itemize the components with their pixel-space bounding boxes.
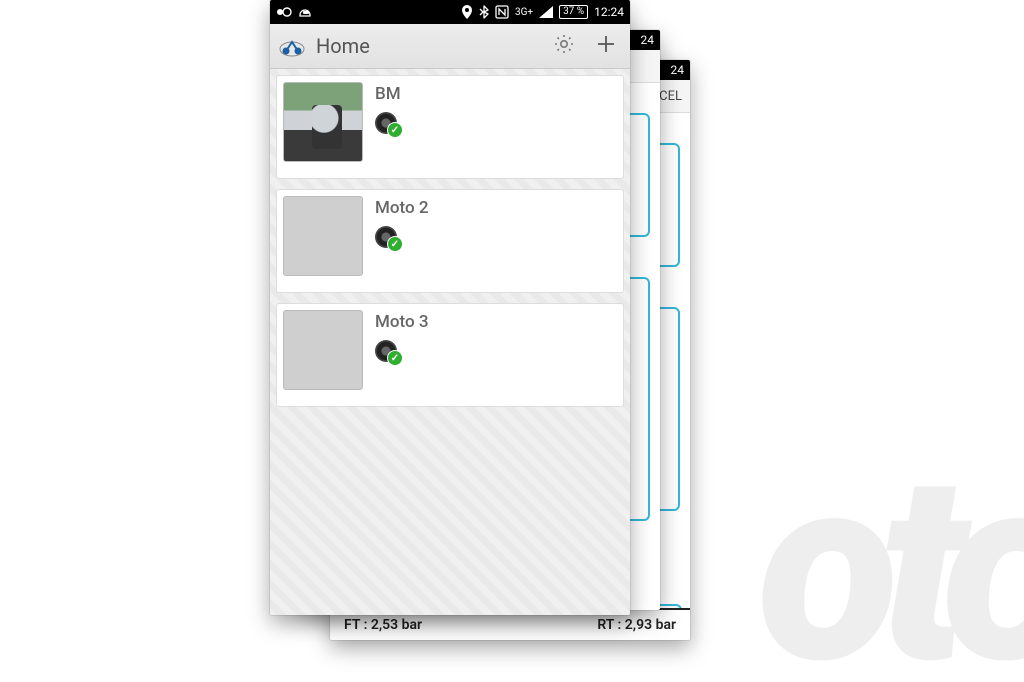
plus-icon (594, 32, 618, 60)
tire-status-ok-icon: ✓ (375, 110, 401, 136)
add-button[interactable] (590, 30, 622, 62)
clock: 12:24 (594, 5, 624, 19)
brand-watermark: oto (758, 418, 1024, 682)
location-icon (461, 5, 473, 19)
vehicle-card[interactable]: BM ✓ (276, 75, 624, 179)
vehicle-thumbnail-placeholder (283, 310, 363, 390)
rear-tire-pressure: RT : 2,93 bar (597, 617, 676, 633)
helmet-icon (298, 5, 312, 19)
network-type-label: 3G+ (515, 7, 533, 18)
page-title: Home (316, 34, 538, 58)
vehicle-name: Moto 2 (375, 198, 429, 218)
tire-status-ok-icon: ✓ (375, 338, 401, 364)
vehicle-list[interactable]: BM ✓ Moto 2 ✓ Moto 3 ✓ (270, 69, 630, 615)
front-tire-pressure: FT : 2,53 bar (344, 617, 422, 633)
screenshot-stack: 24 CEL FT : 2,53 bar RT : 2,93 bar 24 (270, 0, 750, 680)
app-title-bar: Home (270, 24, 630, 69)
vehicle-card[interactable]: Moto 3 ✓ (276, 303, 624, 407)
vehicle-name: Moto 3 (375, 312, 429, 332)
gear-icon (552, 32, 576, 60)
signal-icon (539, 6, 553, 18)
vehicle-thumbnail (283, 82, 363, 162)
vehicle-thumbnail-placeholder (283, 196, 363, 276)
settings-button[interactable] (548, 30, 580, 62)
vehicle-card[interactable]: Moto 2 ✓ (276, 189, 624, 293)
vehicle-name: BM (375, 84, 401, 104)
app-notification-icon (276, 5, 292, 19)
bluetooth-icon (479, 5, 489, 19)
foreground-screen: 3G+ 37 % 12:24 Home (270, 0, 630, 615)
battery-indicator: 37 % (559, 5, 588, 19)
tire-status-ok-icon: ✓ (375, 224, 401, 250)
app-logo-icon (278, 35, 306, 57)
nfc-icon (495, 5, 509, 19)
android-status-bar: 3G+ 37 % 12:24 (270, 0, 630, 24)
